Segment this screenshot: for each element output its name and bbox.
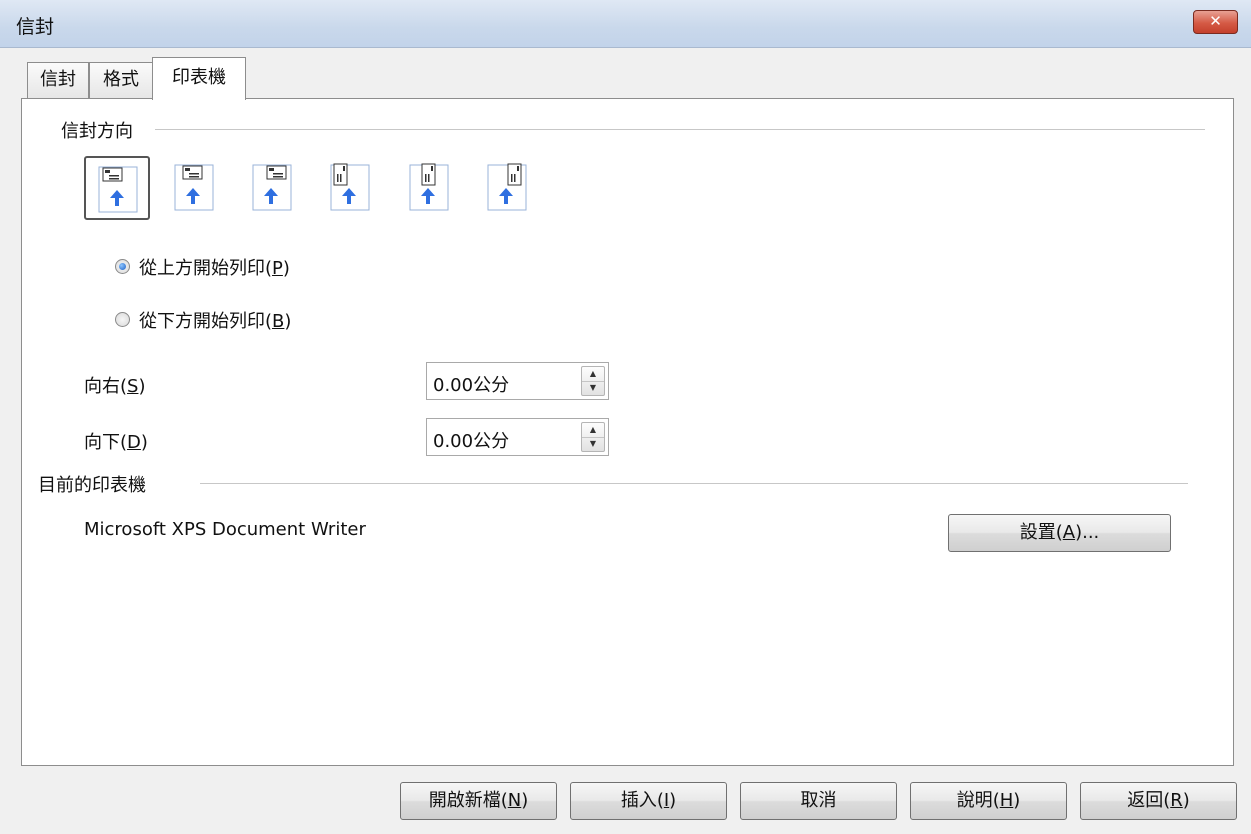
print-from-top-radio[interactable] [115,259,130,274]
mnemonic-close: ) [284,311,292,332]
orientation-section-label: 信封方向 [61,117,133,143]
mnemonic-close: ) [140,432,148,453]
envelope-portrait-left-icon [330,163,370,211]
current-printer-section-label: 目前的印表機 [38,471,146,497]
shift-right-label: 向右(S) [84,372,146,398]
orientation-option-6[interactable] [475,156,541,220]
label-text: 向下 [84,432,120,453]
spin-down-icon[interactable]: ▼ [582,381,604,395]
mnemonic-open: ( [265,311,273,332]
mnemonic-key: D [127,432,141,453]
print-from-bottom-label[interactable]: 從下方開始列印(B) [139,307,291,333]
new-document-button[interactable]: 開啟新檔(N) [400,782,557,820]
mnemonic-close: ) [138,376,146,397]
shift-down-value[interactable]: 0.00公分 [433,427,509,453]
tab-label: 信封 [40,69,76,90]
help-button[interactable]: 說明(H) [910,782,1067,820]
printer-setup-button[interactable]: 設置(A)... [948,514,1171,552]
print-from-bottom-radio[interactable] [115,312,130,327]
mnemonic-key: N [507,790,522,811]
mnemonic-close: ) [1013,790,1021,811]
shift-right-stepper: ▲ ▼ [581,366,605,396]
orientation-option-1[interactable] [84,156,150,220]
button-text: 開啟新檔 [428,790,501,811]
close-icon: ✕ [1209,12,1222,30]
tab-label: 格式 [103,69,139,90]
label-text: 向右 [84,376,120,397]
tab-printer[interactable]: 印表機 [152,57,246,100]
mnemonic-open: ( [1055,522,1063,543]
mnemonic-open: ( [120,432,128,453]
mnemonic-key: A [1062,522,1076,543]
section-divider [155,129,1205,130]
title-bar: 信封 ✕ [0,0,1251,48]
close-button[interactable]: ✕ [1193,10,1238,34]
envelope-landscape-right-icon [252,164,292,211]
button-text: 設置 [1019,522,1056,543]
tab-envelope[interactable]: 信封 [27,62,89,98]
envelope-landscape-left-icon [98,166,138,213]
button-text: 插入 [620,790,657,811]
mnemonic-key: S [127,376,139,397]
tab-label: 印表機 [172,67,226,88]
mnemonic-open: ( [120,376,128,397]
spin-up-icon[interactable]: ▲ [582,367,604,382]
label-text: 從上方開始列印 [139,258,265,279]
label-text: 從下方開始列印 [139,311,265,332]
tab-format[interactable]: 格式 [89,62,153,98]
button-text: 返回 [1127,790,1164,811]
window-title: 信封 [16,16,55,38]
print-from-top-label[interactable]: 從上方開始列印(P) [139,254,290,280]
mnemonic-key: R [1170,790,1183,811]
mnemonic-close: ) [282,258,290,279]
envelope-landscape-center-icon [174,164,214,211]
mnemonic-close: ) [1182,790,1190,811]
mnemonic-key: B [272,311,285,332]
mnemonic-close: ) [521,790,529,811]
mnemonic-close: ) [669,790,677,811]
printer-name: Microsoft XPS Document Writer [84,519,366,540]
reset-button[interactable]: 返回(R) [1080,782,1237,820]
mnemonic-open: ( [265,258,273,279]
envelope-portrait-right-icon [487,163,527,211]
section-divider [200,483,1188,484]
shift-right-value[interactable]: 0.00公分 [433,371,509,397]
mnemonic-key: P [272,258,283,279]
mnemonic-close: )... [1075,522,1100,543]
shift-down-stepper: ▲ ▼ [581,422,605,452]
mnemonic-open: ( [500,790,508,811]
envelope-portrait-center-icon [409,163,449,211]
shift-down-label: 向下(D) [84,428,148,454]
mnemonic-key: H [999,790,1014,811]
mnemonic-open: ( [992,790,1000,811]
button-text: 取消 [800,790,837,811]
spin-up-icon[interactable]: ▲ [582,423,604,438]
shift-down-spinbox[interactable]: 0.00公分 ▲ ▼ [426,418,609,456]
mnemonic-open: ( [656,790,664,811]
spin-down-icon[interactable]: ▼ [582,437,604,451]
orientation-option-5[interactable] [397,156,463,220]
insert-button[interactable]: 插入(I) [570,782,727,820]
shift-right-spinbox[interactable]: 0.00公分 ▲ ▼ [426,362,609,400]
orientation-option-4[interactable] [318,156,384,220]
orientation-option-3[interactable] [240,156,306,220]
cancel-button[interactable]: 取消 [740,782,897,820]
orientation-option-2[interactable] [162,156,228,220]
button-text: 說明 [956,790,993,811]
